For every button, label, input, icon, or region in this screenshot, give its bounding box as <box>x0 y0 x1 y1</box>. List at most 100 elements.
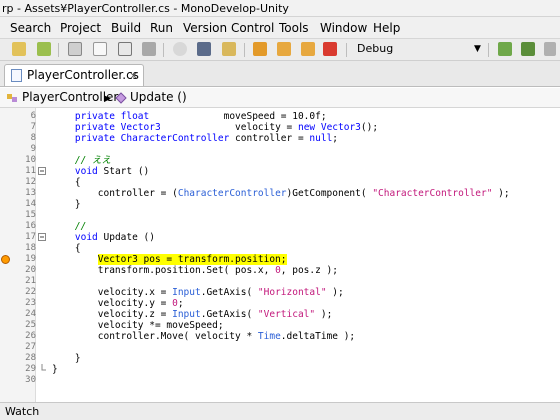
code-token: ); <box>326 287 344 298</box>
menu-search[interactable]: Search <box>10 20 51 36</box>
code-text: controller = (CharacterController)GetCom… <box>52 188 510 199</box>
code-token: private CharacterController <box>74 133 230 144</box>
bottom-pad-bar: Watch <box>0 402 560 420</box>
line-number: 17 <box>25 232 36 242</box>
bookmark-next-icon[interactable] <box>301 42 315 56</box>
code-line[interactable]: 20 transform.position.Set( pos.x, 0, pos… <box>0 265 560 276</box>
line-number: 15 <box>25 210 36 220</box>
code-line[interactable]: 23 velocity.y = 0; <box>0 298 560 309</box>
code-text: velocity.z = Input.GetAxis( "Vertical" )… <box>52 309 333 320</box>
forward-icon[interactable] <box>37 42 51 56</box>
fold-collapse-icon[interactable] <box>38 166 47 177</box>
code-line[interactable]: 7 private Vector3 velocity = new Vector3… <box>0 122 560 133</box>
menu-version-control[interactable]: Version Control <box>183 20 274 36</box>
code-editor[interactable]: 6 private float moveSpeed = 10.0f; 7 priv… <box>0 108 560 402</box>
toolbar-separator <box>346 43 347 57</box>
code-line[interactable]: 10 // ええ <box>0 155 560 166</box>
file-cs-icon <box>11 69 22 82</box>
code-line[interactable]: 18 { <box>0 243 560 254</box>
code-token: } <box>52 364 58 375</box>
bookmark-prev-icon[interactable] <box>277 42 291 56</box>
code-token: { <box>52 243 81 254</box>
code-line[interactable]: 14 } <box>0 199 560 210</box>
code-token: CharacterController <box>177 188 287 199</box>
menu-tools[interactable]: Tools <box>279 20 309 36</box>
code-line[interactable]: 6 private float moveSpeed = 10.0f; <box>0 111 560 122</box>
code-token: private Vector3 <box>74 122 161 133</box>
line-number: 30 <box>25 375 36 385</box>
menu-bar: Search Project Build Run Version Control… <box>0 17 560 39</box>
window-title: rp - Assets¥PlayerController.cs - MonoDe… <box>0 0 560 17</box>
code-token: Time <box>257 331 281 342</box>
breadcrumb-method[interactable]: Update () <box>130 90 187 105</box>
code-token: void <box>74 232 98 243</box>
code-line[interactable]: 19 Vector3 pos = transform.position; <box>0 254 560 265</box>
breadcrumb-separator-icon: ▶ <box>104 94 111 104</box>
code-line[interactable]: 12 { <box>0 177 560 188</box>
code-line[interactable]: 17 void Update () <box>0 232 560 243</box>
tab-playercontroller[interactable]: PlayerController.cs × <box>4 64 144 86</box>
code-line[interactable]: 25 velocity *= moveSpeed; <box>0 320 560 331</box>
copy-icon[interactable] <box>93 42 107 56</box>
line-number: 29 <box>25 364 36 374</box>
code-text: private Vector3 velocity = new Vector3()… <box>52 122 378 133</box>
line-number: 28 <box>25 353 36 363</box>
code-token: controller = <box>229 133 310 144</box>
cut-icon[interactable] <box>68 42 82 56</box>
clear-bookmarks-icon[interactable] <box>323 42 337 56</box>
class-icon <box>7 94 17 102</box>
bookmark-icon[interactable] <box>253 42 267 56</box>
code-line[interactable]: 24 velocity.z = Input.GetAxis( "Vertical… <box>0 309 560 320</box>
code-line[interactable]: 21 <box>0 276 560 287</box>
replace-icon[interactable] <box>222 42 236 56</box>
code-line[interactable]: 15 <box>0 210 560 221</box>
code-line[interactable]: 13 controller = (CharacterController)Get… <box>0 188 560 199</box>
back-icon[interactable] <box>12 42 26 56</box>
code-token: )GetComponent( <box>286 188 373 199</box>
find-icon[interactable] <box>173 42 187 56</box>
code-text: private CharacterController controller =… <box>52 133 338 144</box>
build-icon[interactable] <box>521 42 535 56</box>
menu-run[interactable]: Run <box>150 20 173 36</box>
line-number: 9 <box>30 144 36 154</box>
code-text: // ええ <box>52 155 111 166</box>
code-line[interactable]: 22 velocity.x = Input.GetAxis( "Horizont… <box>0 287 560 298</box>
code-text: velocity *= moveSpeed; <box>52 320 224 331</box>
code-token: (); <box>360 122 379 133</box>
toolbar-separator <box>163 43 164 57</box>
code-line[interactable]: 29} <box>0 364 560 375</box>
paste-icon[interactable] <box>118 42 132 56</box>
close-icon[interactable]: × <box>129 68 138 83</box>
code-line[interactable]: 8 private CharacterController controller… <box>0 133 560 144</box>
code-line[interactable]: 9 <box>0 144 560 155</box>
code-token: } <box>52 353 81 364</box>
code-line[interactable]: 30 <box>0 375 560 386</box>
binoculars-icon[interactable] <box>197 42 211 56</box>
code-token: Update () <box>97 232 155 243</box>
deploy-icon[interactable] <box>498 42 512 56</box>
code-line[interactable]: 26 controller.Move( velocity * Time.delt… <box>0 331 560 342</box>
code-line[interactable]: 27 <box>0 342 560 353</box>
code-line[interactable]: 28 } <box>0 353 560 364</box>
configuration-select[interactable]: Debug ▼ <box>357 41 481 57</box>
menu-window[interactable]: Window <box>320 20 367 36</box>
code-token: void <box>74 166 98 177</box>
configuration-value: Debug <box>357 42 394 55</box>
code-line[interactable]: 11 void Start () <box>0 166 560 177</box>
code-text: { <box>52 177 81 188</box>
code-line[interactable]: 16 // <box>0 221 560 232</box>
save-icon[interactable] <box>142 42 156 56</box>
watch-pad-tab[interactable]: Watch <box>5 405 39 419</box>
fold-collapse-icon[interactable] <box>38 232 47 243</box>
attach-icon[interactable] <box>544 42 556 56</box>
code-token: controller = ( <box>52 188 178 199</box>
menu-project[interactable]: Project <box>60 20 101 36</box>
menu-help[interactable]: Help <box>373 20 400 36</box>
menu-build[interactable]: Build <box>111 20 141 36</box>
line-number: 22 <box>25 287 36 297</box>
code-text: velocity.y = 0; <box>52 298 184 309</box>
